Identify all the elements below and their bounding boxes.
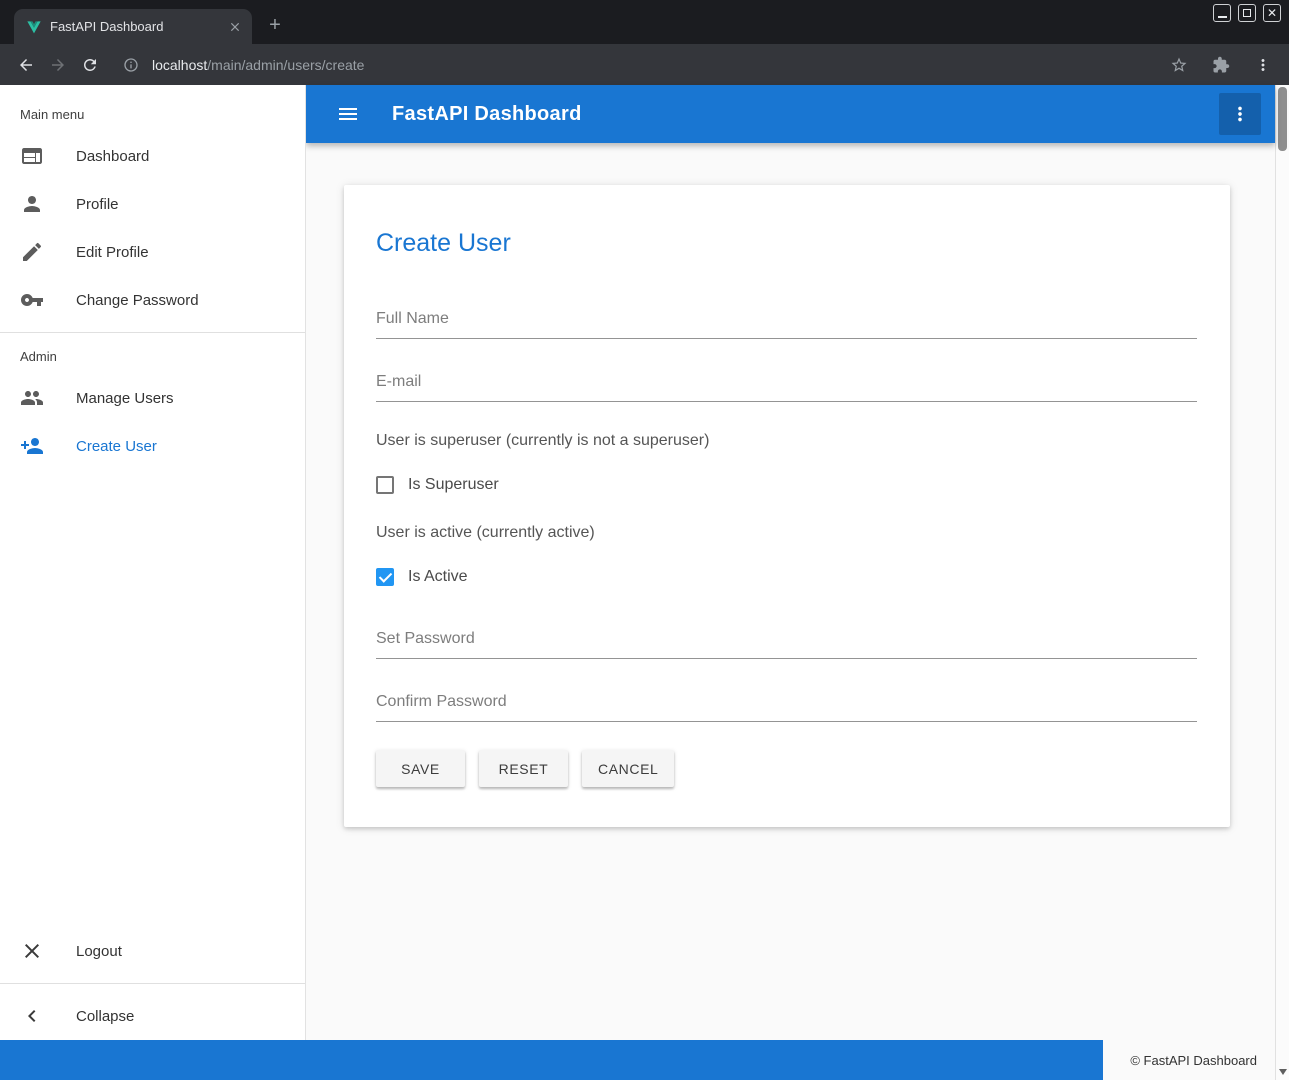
- sidebar-item-profile[interactable]: Profile: [0, 180, 305, 228]
- close-icon: [20, 939, 44, 963]
- address-bar[interactable]: localhost/main/admin/users/create: [120, 54, 1163, 76]
- create-user-card: Create User User is superuser (currently…: [344, 185, 1230, 827]
- pencil-icon: [20, 240, 44, 264]
- is-active-checkbox[interactable]: [376, 568, 394, 586]
- sidebar-item-edit-profile[interactable]: Edit Profile: [0, 228, 305, 276]
- sidebar-item-label: Create User: [76, 438, 157, 455]
- sidebar-item-label: Collapse: [76, 1008, 134, 1025]
- forward-icon: [42, 49, 74, 81]
- sidebar-section-main-menu: Main menu: [0, 99, 305, 132]
- is-active-row[interactable]: Is Active: [376, 568, 1197, 586]
- is-superuser-row[interactable]: Is Superuser: [376, 476, 1197, 494]
- sidebar-item-label: Dashboard: [76, 148, 149, 165]
- sidebar-item-collapse[interactable]: Collapse: [0, 992, 305, 1040]
- browser-menu-kebab-icon[interactable]: [1247, 49, 1279, 81]
- active-hint-text: User is active (currently active): [376, 524, 1197, 542]
- confirm-password-field-wrap: [376, 689, 1197, 722]
- sidebar-divider: [0, 332, 305, 333]
- close-button[interactable]: ✕: [1263, 4, 1281, 22]
- scrollbar-thumb[interactable]: [1278, 87, 1287, 151]
- full-name-input[interactable]: [376, 306, 1197, 339]
- reset-button[interactable]: RESET: [479, 750, 568, 787]
- email-input[interactable]: [376, 369, 1197, 402]
- page-title: Create User: [376, 229, 1197, 258]
- set-password-field-wrap: [376, 626, 1197, 659]
- page-root: Main menu Dashboard Profile Edit Profile: [0, 85, 1275, 1080]
- tab-close-icon[interactable]: [226, 18, 244, 36]
- dashboard-icon: [20, 144, 44, 168]
- set-password-input[interactable]: [376, 626, 1197, 659]
- sidebar-item-label: Edit Profile: [76, 244, 149, 261]
- extensions-icon[interactable]: [1205, 49, 1237, 81]
- url-host: localhost: [152, 57, 207, 73]
- person-add-icon: [20, 434, 44, 458]
- form-buttons-row: SAVE RESET CANCEL: [376, 750, 1197, 787]
- person-icon: [20, 192, 44, 216]
- copyright-text: © FastAPI Dashboard: [1130, 1053, 1257, 1068]
- people-icon: [20, 386, 44, 410]
- save-button[interactable]: SAVE: [376, 750, 465, 787]
- is-superuser-label: Is Superuser: [408, 476, 499, 494]
- minimize-button[interactable]: [1213, 4, 1231, 22]
- footer-copyright-card: © FastAPI Dashboard: [1103, 1040, 1275, 1080]
- browser-navbar: localhost/main/admin/users/create: [0, 44, 1289, 85]
- chevron-left-icon: [20, 1004, 44, 1028]
- app-bar: FastAPI Dashboard: [306, 85, 1275, 143]
- tab-title: FastAPI Dashboard: [50, 19, 218, 34]
- cancel-button[interactable]: CANCEL: [582, 750, 674, 787]
- appbar-title: FastAPI Dashboard: [392, 103, 582, 126]
- content-scroll-area: Create User User is superuser (currently…: [306, 143, 1275, 1040]
- sidebar-item-label: Manage Users: [76, 390, 174, 407]
- sidebar-divider: [0, 983, 305, 984]
- maximize-button[interactable]: [1238, 4, 1256, 22]
- sidebar-item-change-password[interactable]: Change Password: [0, 276, 305, 324]
- sidebar-item-create-user[interactable]: Create User: [0, 422, 305, 470]
- reload-icon[interactable]: [74, 49, 106, 81]
- confirm-password-input[interactable]: [376, 689, 1197, 722]
- page-info-icon[interactable]: [120, 54, 142, 76]
- full-name-field-wrap: [376, 306, 1197, 339]
- superuser-hint-text: User is superuser (currently is not a su…: [376, 432, 1197, 450]
- sidebar: Main menu Dashboard Profile Edit Profile: [0, 85, 306, 1040]
- url-text[interactable]: localhost/main/admin/users/create: [152, 57, 364, 73]
- sidebar-item-dashboard[interactable]: Dashboard: [0, 132, 305, 180]
- site-favicon-v-logo: [26, 19, 42, 35]
- email-field-wrap: [376, 369, 1197, 402]
- is-active-label: Is Active: [408, 568, 468, 586]
- bookmark-star-icon[interactable]: [1163, 49, 1195, 81]
- sidebar-item-manage-users[interactable]: Manage Users: [0, 374, 305, 422]
- sidebar-section-admin: Admin: [0, 341, 305, 374]
- scrollbar[interactable]: [1275, 85, 1289, 1080]
- sidebar-item-label: Change Password: [76, 292, 199, 309]
- is-superuser-checkbox[interactable]: [376, 476, 394, 494]
- browser-titlebar: FastAPI Dashboard + ✕: [0, 0, 1289, 44]
- hamburger-menu-icon[interactable]: [328, 94, 368, 134]
- url-path: /main/admin/users/create: [207, 57, 364, 73]
- sidebar-item-logout[interactable]: Logout: [0, 927, 305, 975]
- new-tab-button[interactable]: +: [262, 12, 288, 38]
- browser-tab[interactable]: FastAPI Dashboard: [14, 9, 252, 44]
- key-icon: [20, 288, 44, 312]
- sidebar-item-label: Profile: [76, 196, 119, 213]
- main-area: FastAPI Dashboard Create User User is su…: [306, 85, 1275, 1040]
- page-footer: © FastAPI Dashboard: [0, 1040, 1275, 1080]
- back-icon[interactable]: [10, 49, 42, 81]
- sidebar-item-label: Logout: [76, 943, 122, 960]
- appbar-kebab-icon[interactable]: [1219, 93, 1261, 135]
- scrollbar-down-arrow-icon[interactable]: [1279, 1069, 1287, 1075]
